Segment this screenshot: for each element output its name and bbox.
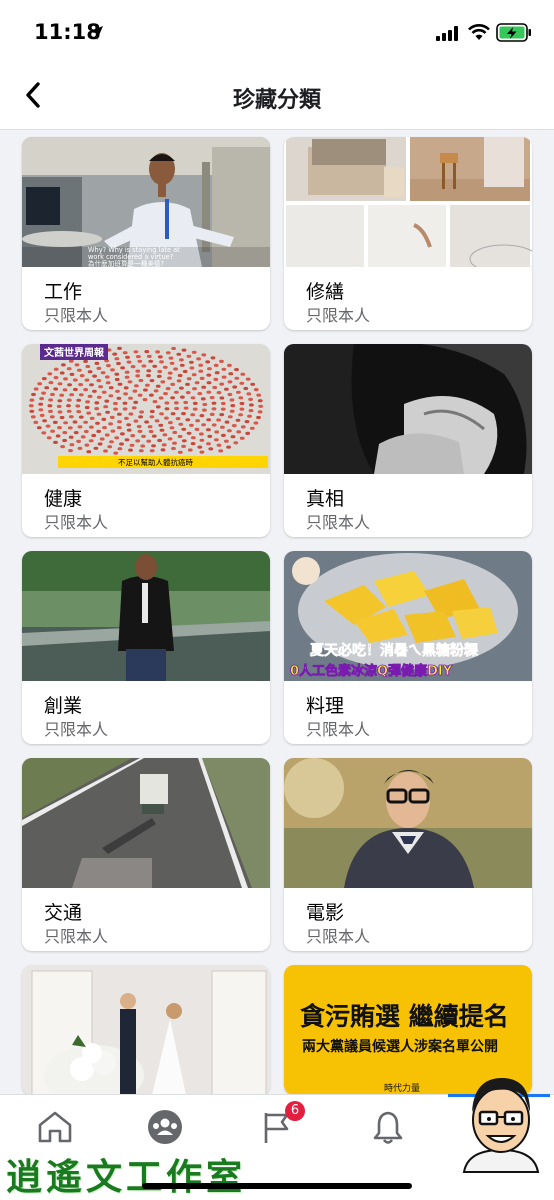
collection-privacy: 只限本人: [44, 927, 109, 946]
food-banner-2: 0人工色素冰涼Q彈健康DIY: [290, 663, 453, 679]
collection-title: 料理: [306, 695, 345, 717]
cellular-signal-icon: [436, 26, 458, 41]
collection-privacy: 只限本人: [306, 927, 371, 946]
wifi-icon: [468, 24, 490, 40]
collection-card-traffic[interactable]: 交通 只限本人: [22, 758, 270, 951]
collection-title: 真相: [306, 488, 345, 510]
collection-card-movie[interactable]: 電影 只限本人: [284, 758, 532, 951]
news-logo: 時代力量: [384, 1082, 420, 1094]
news-sub: 兩大黨議員候選人涉案名單公開: [302, 1038, 498, 1055]
health-caption: 不足以幫助人體抗癌時: [118, 457, 193, 467]
collection-title: 健康: [44, 488, 83, 510]
collection-thumbnail: Why? Why is staying late at work conside…: [22, 137, 270, 267]
health-channel: 文茜世界周報: [44, 346, 105, 359]
work-caption-3: 為什麼加班算是一種美德?: [88, 259, 165, 267]
collection-privacy: 只限本人: [306, 720, 371, 739]
collection-privacy: 只限本人: [44, 720, 109, 739]
collection-privacy: 只限本人: [306, 513, 371, 532]
collection-privacy: 只限本人: [44, 513, 109, 532]
notification-badge: 6: [285, 1101, 305, 1121]
collection-title: 工作: [44, 281, 83, 303]
header: 珍藏分類: [0, 64, 554, 130]
collection-privacy: 只限本人: [44, 306, 109, 325]
news-headline: 貪污賄選 繼續提名: [300, 1002, 509, 1031]
battery-charging-icon: [496, 23, 531, 42]
collection-title: 創業: [44, 695, 83, 717]
collection-card-wedding[interactable]: [22, 965, 270, 1095]
collection-card-truth[interactable]: 真相 只限本人: [284, 344, 532, 537]
collections-grid: Why? Why is staying late at work conside…: [22, 137, 532, 1095]
collection-thumbnail: 文茜世界周報 不足以幫助人體抗癌時: [22, 344, 270, 474]
status-bar: 11:18: [0, 0, 554, 64]
collection-title: 修繕: [306, 281, 345, 303]
collection-title: 電影: [306, 902, 345, 924]
collection-card-repair[interactable]: 修繕 只限本人: [284, 137, 532, 330]
collection-thumbnail: [284, 758, 532, 888]
collection-thumbnail: [284, 137, 532, 267]
nav-home[interactable]: [35, 1107, 75, 1147]
watermark: 逍遙文工作室: [6, 1156, 247, 1198]
collection-thumbnail: [22, 758, 270, 888]
collection-card-cooking[interactable]: 夏天必吃！消暑ㄟ黑糖粉粿 0人工色素冰涼Q彈健康DIY 料理 只限本人: [284, 551, 532, 744]
collection-thumbnail: [22, 965, 270, 1095]
location-arrow-icon: [89, 26, 103, 40]
collection-thumbnail: [284, 344, 532, 474]
collection-card-work[interactable]: Why? Why is staying late at work conside…: [22, 137, 270, 330]
nav-groups[interactable]: [145, 1107, 185, 1147]
food-banner-1: 夏天必吃！消暑ㄟ黑糖粉粿: [310, 642, 479, 659]
collection-title: 交通: [44, 902, 83, 924]
home-indicator: [142, 1183, 412, 1189]
bell-icon: [373, 1111, 403, 1144]
collection-thumbnail: [22, 551, 270, 681]
groups-icon: [148, 1110, 182, 1144]
collection-card-startup[interactable]: 創業 只限本人: [22, 551, 270, 744]
avatar[interactable]: [458, 1072, 544, 1178]
page-title: 珍藏分類: [232, 88, 321, 113]
collection-thumbnail: 夏天必吃！消暑ㄟ黑糖粉粿 0人工色素冰涼Q彈健康DIY: [284, 551, 532, 681]
home-icon: [38, 1111, 72, 1143]
collection-card-health[interactable]: 文茜世界周報 不足以幫助人體抗癌時 健康 只限本人: [22, 344, 270, 537]
nav-notifications[interactable]: [368, 1107, 408, 1147]
collection-privacy: 只限本人: [306, 306, 371, 325]
